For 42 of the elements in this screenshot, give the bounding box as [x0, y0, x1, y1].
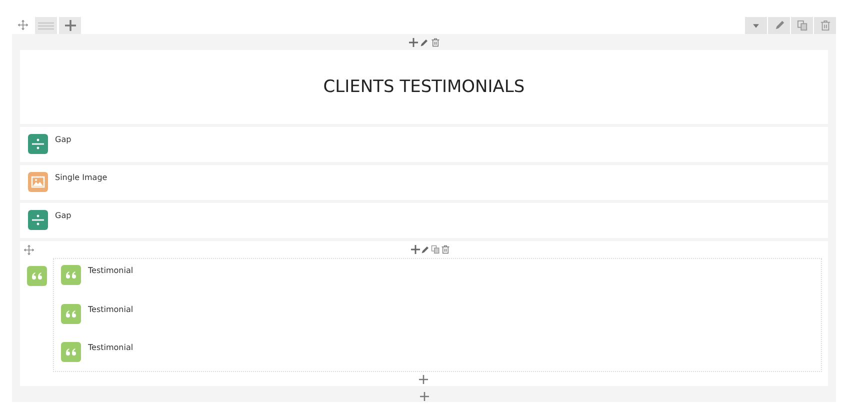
element-label: Gap [55, 135, 72, 144]
caret-icon [753, 24, 759, 28]
delete-button[interactable] [814, 17, 836, 34]
add-icon[interactable] [411, 245, 420, 254]
copy-icon [796, 20, 808, 31]
trash-icon [820, 20, 830, 31]
divide-icon [28, 134, 48, 154]
move-icon[interactable] [18, 20, 28, 30]
element-card[interactable]: Gap [20, 203, 828, 238]
add-icon[interactable] [418, 374, 428, 384]
heading-text: CLIENTS TESTIMONIALS [323, 77, 525, 97]
element-label: Testimonial [88, 304, 134, 314]
element-card[interactable]: Testimonial [61, 342, 821, 380]
clone-button[interactable] [791, 17, 813, 34]
element-card[interactable]: Testimonial [61, 304, 821, 342]
quote-icon [61, 265, 81, 285]
element-card[interactable]: Single Image [20, 165, 828, 200]
clone-icon[interactable] [431, 245, 440, 254]
element-label: Testimonial [88, 343, 134, 352]
edit-button[interactable] [768, 17, 790, 34]
element-label: Testimonial [88, 266, 134, 275]
delete-icon[interactable] [441, 245, 450, 254]
element-label: Single Image [55, 173, 108, 182]
plus-icon [64, 20, 76, 31]
quote-icon [27, 266, 47, 286]
element-card[interactable]: Gap [20, 127, 828, 162]
edit-icon[interactable] [421, 245, 430, 254]
add-icon[interactable] [420, 392, 428, 400]
delete-icon[interactable] [430, 38, 440, 46]
element-card[interactable]: Testimonial [61, 265, 821, 304]
element-label: Gap [55, 211, 72, 220]
lines-icon [38, 22, 54, 30]
move-icon[interactable] [24, 244, 34, 254]
image-icon [28, 172, 48, 192]
quote-icon [61, 342, 81, 362]
edit-icon[interactable] [420, 38, 428, 46]
add-icon[interactable] [408, 38, 418, 46]
pencil-icon [774, 20, 784, 31]
quote-icon [61, 304, 81, 324]
dropdown-button[interactable] [745, 17, 767, 34]
add-button[interactable] [59, 17, 81, 34]
divide-icon [28, 210, 48, 230]
